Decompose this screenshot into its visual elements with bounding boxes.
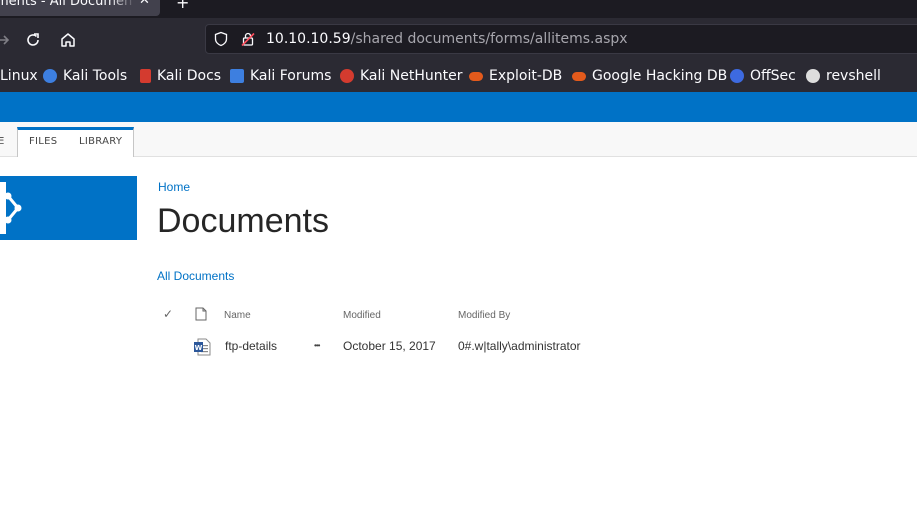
- ribbon: E FILES LIBRARY: [0, 122, 917, 157]
- browser-tab-active[interactable]: ments - All Documen ✕: [0, 0, 160, 16]
- bookmark-linux[interactable]: Linux: [0, 68, 38, 84]
- bookmarks-toolbar: Linux Kali Tools Kali Docs Kali Forums K…: [0, 62, 917, 92]
- insecure-lock-icon[interactable]: [240, 31, 256, 47]
- new-tab-button[interactable]: +: [176, 0, 189, 12]
- bookmark-label: revshell: [826, 68, 881, 84]
- shield-icon[interactable]: [213, 31, 229, 47]
- kali-forums-icon: [230, 69, 244, 83]
- bookmark-label: Linux: [0, 68, 38, 84]
- ribbon-tab-browse[interactable]: E: [0, 136, 4, 147]
- kali-docs-icon: [140, 69, 151, 83]
- bookmark-label: Kali Docs: [157, 68, 222, 84]
- modified-by[interactable]: 0#.w|tally\administrator: [458, 339, 581, 353]
- bookmark-label: Exploit-DB: [489, 68, 563, 84]
- bookmark-label: Kali NetHunter: [360, 68, 463, 84]
- navigation-toolbar: 10.10.10.59/shared documents/forms/allit…: [0, 18, 917, 62]
- skull-icon: [806, 69, 820, 83]
- bookmark-label: OffSec: [750, 68, 796, 84]
- exploit-db-icon: [469, 71, 483, 81]
- svg-text:W: W: [195, 344, 203, 352]
- bookmark-revshell[interactable]: revshell: [806, 68, 881, 84]
- view-all-documents[interactable]: All Documents: [157, 269, 234, 283]
- page-title: Documents: [157, 202, 329, 240]
- home-icon[interactable]: [58, 30, 78, 50]
- column-header-name[interactable]: Name: [224, 310, 251, 321]
- forward-icon[interactable]: [0, 30, 14, 50]
- column-header-modified-by[interactable]: Modified By: [458, 310, 510, 321]
- tab-library[interactable]: LIBRARY: [79, 127, 122, 157]
- bookmark-kali-docs[interactable]: Kali Docs: [140, 68, 221, 84]
- select-all-check[interactable]: ✓: [163, 307, 173, 321]
- breadcrumb-home[interactable]: Home: [158, 180, 190, 194]
- kali-tools-icon: [43, 69, 57, 83]
- suite-bar: [0, 92, 917, 122]
- site-logo[interactable]: [0, 176, 137, 240]
- word-document-icon: W: [194, 338, 211, 356]
- tab-close-icon[interactable]: ✕: [139, 0, 150, 8]
- url-bar[interactable]: 10.10.10.59/shared documents/forms/allit…: [205, 24, 917, 54]
- tab-files[interactable]: FILES: [29, 127, 57, 157]
- url-host: 10.10.10.59: [266, 31, 351, 47]
- bookmark-offsec[interactable]: OffSec: [730, 68, 796, 84]
- bookmark-kali-forums[interactable]: Kali Forums: [230, 68, 331, 84]
- tab-title-fade: [110, 0, 136, 16]
- column-header-modified[interactable]: Modified: [343, 310, 381, 321]
- bookmark-google-hacking-db[interactable]: Google Hacking DB: [572, 68, 727, 84]
- file-name-link[interactable]: ftp-details: [225, 339, 277, 353]
- reload-icon[interactable]: [23, 30, 43, 50]
- bookmark-label: Kali Tools: [63, 68, 128, 84]
- file-type-icon: [195, 307, 207, 321]
- bookmark-label: Google Hacking DB: [592, 68, 728, 84]
- ghdb-icon: [572, 71, 586, 81]
- bookmark-exploit-db[interactable]: Exploit-DB: [469, 68, 562, 84]
- bookmark-label: Kali Forums: [250, 68, 332, 84]
- modified-date: October 15, 2017: [343, 339, 436, 353]
- bookmark-kali-nethunter[interactable]: Kali NetHunter: [340, 68, 462, 84]
- item-menu-button[interactable]: •••: [314, 341, 320, 350]
- sharepoint-logo-icon: [0, 182, 22, 234]
- bookmark-kali-tools[interactable]: Kali Tools: [43, 68, 127, 84]
- url-text[interactable]: 10.10.10.59/shared documents/forms/allit…: [266, 31, 628, 47]
- tab-strip: ments - All Documen ✕ +: [0, 0, 917, 18]
- offsec-icon: [730, 69, 744, 83]
- kali-nethunter-icon: [340, 69, 354, 83]
- url-path: /shared documents/forms/allitems.aspx: [350, 31, 628, 47]
